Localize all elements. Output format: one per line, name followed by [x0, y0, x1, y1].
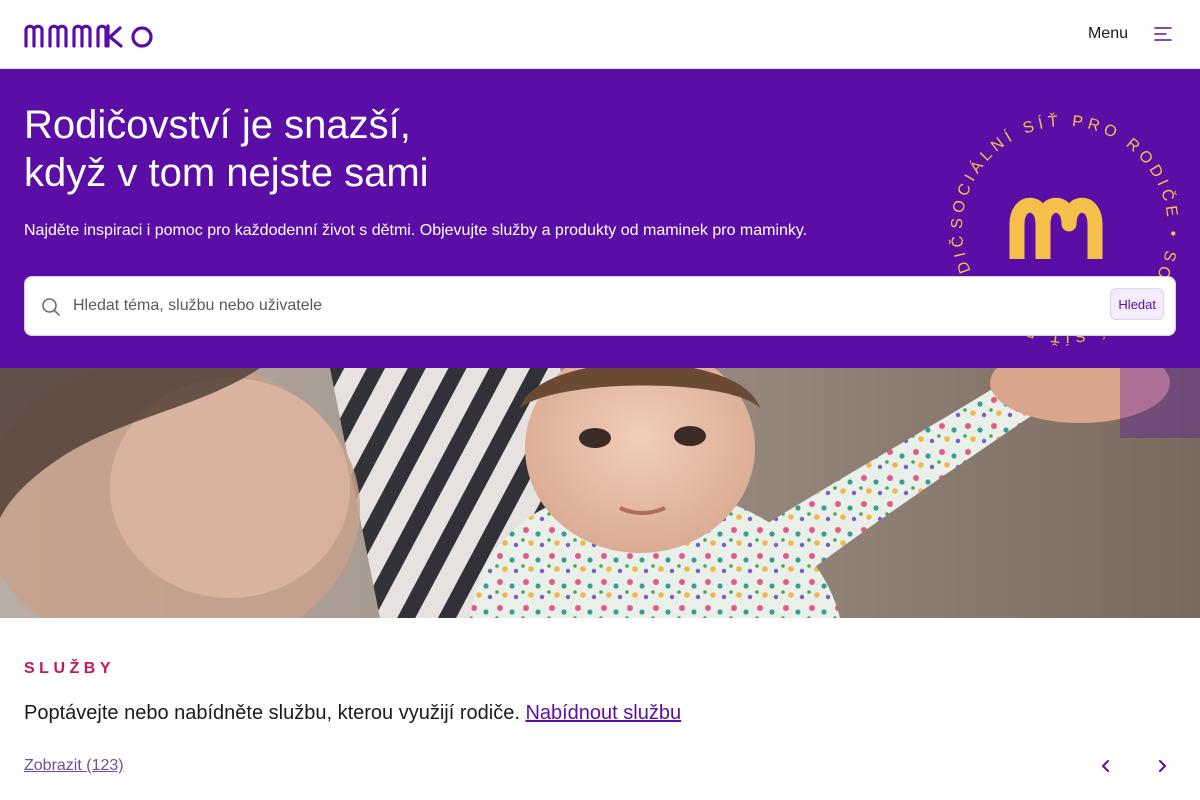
menu-label: Menu — [1087, 25, 1128, 42]
top-bar: Menu — [0, 0, 1200, 69]
hero-section: Rodičovství je snazší, když v tom nejste… — [0, 69, 1200, 368]
hero-photo-illustration — [0, 368, 1200, 618]
offer-service-link[interactable]: Nabídnout službu — [525, 702, 681, 724]
services-description: Poptávejte nebo nabídněte službu, kterou… — [24, 702, 681, 725]
carousel-prev-button[interactable] — [1092, 752, 1120, 780]
chevron-left-icon — [1102, 760, 1109, 772]
carousel-next-button[interactable] — [1148, 752, 1176, 780]
hero-photo — [0, 368, 1200, 618]
chevron-right-icon — [1159, 760, 1166, 772]
mamko-logo — [24, 24, 153, 48]
search-icon — [42, 298, 60, 316]
menu-button[interactable]: Menu — [1088, 19, 1172, 49]
hero-title-line-2: když v tom nejste sami — [24, 151, 429, 195]
hero-subtitle: Najděte inspiraci i pomoc pro každodenní… — [24, 222, 808, 239]
carousel-navigation — [1092, 752, 1176, 780]
hero-title-line-1: Rodičovství je snazší, — [24, 103, 411, 147]
services-description-text: Poptávejte nebo nabídněte službu, kterou… — [24, 702, 520, 724]
badge-m-icon — [1009, 197, 1103, 259]
search-input[interactable] — [73, 287, 1103, 325]
hero-title: Rodičovství je snazší, když v tom nejste… — [24, 101, 784, 197]
show-all-services-link[interactable]: Zobrazit (123) — [24, 757, 124, 775]
search-bar: Hledat — [24, 276, 1176, 336]
hamburger-icon — [1154, 27, 1172, 41]
search-button[interactable]: Hledat — [1110, 288, 1164, 320]
services-heading: SLUŽBY — [24, 660, 115, 677]
